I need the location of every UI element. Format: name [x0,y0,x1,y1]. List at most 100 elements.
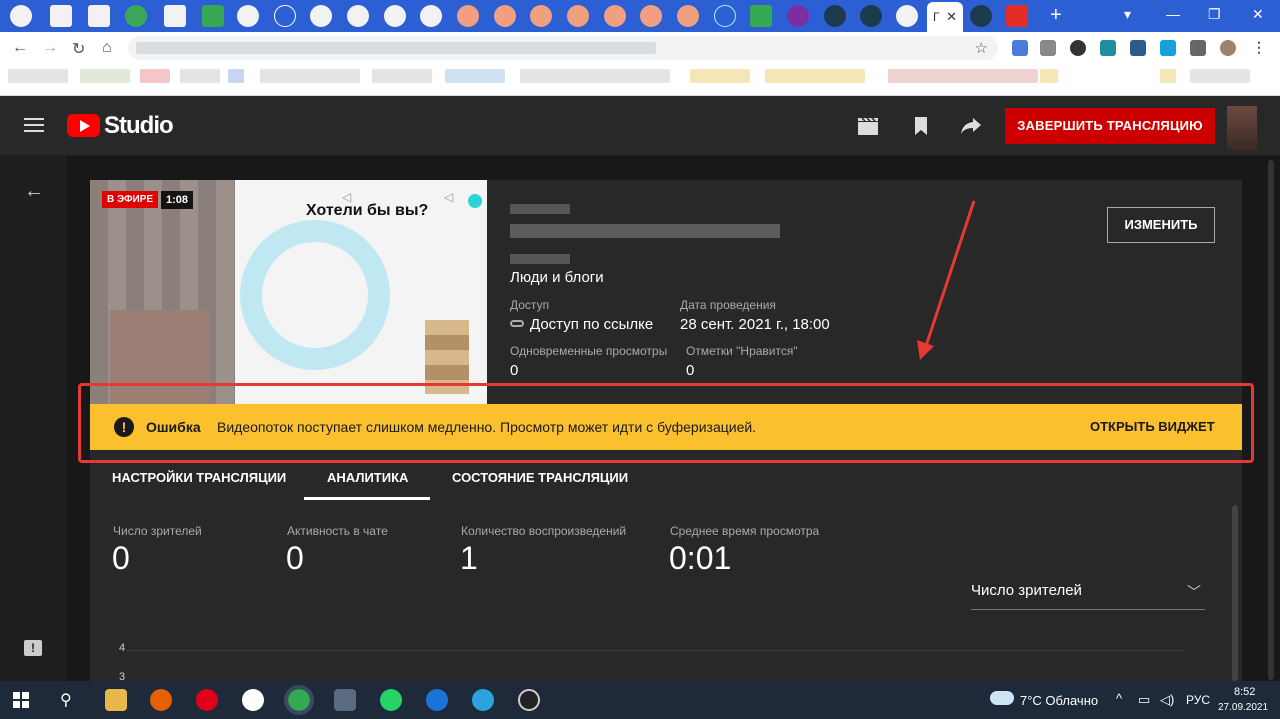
tab-analytics[interactable]: АНАЛИТИКА [327,470,408,485]
weather-text[interactable]: 7°C Облачно [1020,693,1098,708]
file-explorer-icon[interactable] [105,689,127,711]
url-field[interactable]: ☆ [128,36,998,60]
tab-favicon[interactable] [494,5,516,27]
home-icon[interactable]: ⌂ [102,39,112,57]
tab-search-icon[interactable]: ▾ [1124,6,1131,23]
hamburger-menu-icon[interactable] [24,118,44,132]
bookmark-item[interactable] [1040,69,1058,83]
app-icon[interactable] [426,689,448,711]
forward-icon[interactable]: → [42,39,58,57]
tab-favicon[interactable] [896,5,918,27]
clock-time[interactable]: 8:52 [1234,686,1255,698]
feedback-icon[interactable]: ! [24,640,42,656]
page-scrollbar[interactable] [1268,160,1274,680]
windows-start-icon[interactable] [13,692,29,708]
edit-button[interactable]: ИЗМЕНИТЬ [1107,207,1215,243]
calculator-icon[interactable] [334,689,356,711]
clapper-icon[interactable] [857,116,879,136]
tab-favicon[interactable] [457,5,479,27]
clock-date[interactable]: 27.09.2021 [1218,702,1268,713]
bookmark-icon[interactable] [910,116,932,136]
search-icon[interactable]: ⚲ [60,690,72,710]
network-icon[interactable]: ▭ [1138,692,1150,708]
firefox-icon[interactable] [150,689,172,711]
bookmark-item[interactable] [140,69,170,83]
avatar[interactable] [1227,106,1257,150]
tab-favicon[interactable] [50,5,72,27]
tab-stream-health[interactable]: СОСТОЯНИЕ ТРАНСЛЯЦИИ [452,470,628,485]
new-tab-button[interactable]: + [1050,5,1062,25]
tab-favicon[interactable] [237,5,259,27]
tab-favicon[interactable] [714,5,736,27]
menu-icon[interactable]: ⋮ [1252,40,1268,56]
obs-icon[interactable] [518,689,540,711]
tab-favicon[interactable] [384,5,406,27]
tab-favicon[interactable] [347,5,369,27]
close-window-button[interactable]: ✕ [1252,6,1264,23]
minimize-button[interactable]: — [1166,6,1180,22]
opera-icon[interactable] [196,689,218,711]
tab-favicon[interactable] [10,5,32,27]
tab-favicon[interactable] [310,5,332,27]
tab-stream-settings[interactable]: НАСТРОЙКИ ТРАНСЛЯЦИИ [112,470,286,485]
end-stream-button[interactable]: ЗАВЕРШИТЬ ТРАНСЛЯЦИЮ [1005,108,1215,144]
tab-favicon[interactable] [677,5,699,27]
puzzle-icon[interactable] [1190,40,1206,56]
back-arrow-icon[interactable]: ← [24,180,44,203]
bookmark-item[interactable] [690,69,750,83]
extension-icon[interactable] [1160,40,1176,56]
bookmark-item[interactable] [8,69,68,83]
tab-favicon[interactable] [1006,5,1028,27]
chrome-icon[interactable] [284,685,314,715]
bookmark-item[interactable] [765,69,865,83]
bookmark-item[interactable] [445,69,505,83]
bookmark-item[interactable] [180,69,220,83]
tab-favicon[interactable] [860,5,882,27]
back-icon[interactable]: ← [12,39,28,57]
youtube-logo-icon[interactable] [67,114,100,137]
tab-favicon[interactable] [750,5,772,27]
video-preview[interactable]: Хотели бы вы? ◁ ◁ В ЭФИРЕ 1:08 [90,180,487,404]
extension-icon[interactable] [1040,40,1056,56]
star-icon[interactable]: ☆ [975,39,988,57]
tab-favicon[interactable] [567,5,589,27]
tab-favicon[interactable] [970,5,992,27]
extension-icon[interactable] [1012,40,1028,56]
bookmark-item[interactable] [260,69,360,83]
tab-favicon[interactable] [604,5,626,27]
language-indicator[interactable]: РУС [1186,693,1210,707]
tab-favicon[interactable] [640,5,662,27]
close-icon[interactable]: ✕ [946,9,957,25]
bookmark-item[interactable] [1160,69,1176,83]
volume-icon[interactable]: ◁) [1160,692,1174,708]
metric-select[interactable]: Число зрителей ﹀ [971,582,1205,610]
tab-favicon[interactable] [164,5,186,27]
share-icon[interactable] [960,116,982,136]
tab-favicon[interactable] [274,5,296,27]
extension-icon[interactable] [1100,40,1116,56]
panel-scrollbar[interactable] [1232,505,1238,681]
tab-favicon[interactable] [202,5,224,27]
telegram-icon[interactable] [472,689,494,711]
extension-icon[interactable] [1070,40,1086,56]
whatsapp-icon[interactable] [380,689,402,711]
tab-favicon[interactable] [530,5,552,27]
profile-avatar[interactable] [1220,40,1236,56]
bookmark-item[interactable] [888,69,1038,83]
extension-icon[interactable] [1130,40,1146,56]
bookmark-item[interactable] [372,69,432,83]
tab-favicon[interactable] [420,5,442,27]
bookmark-item[interactable] [228,69,244,83]
tray-chevron-icon[interactable]: ^ [1116,691,1122,706]
bookmark-item[interactable] [80,69,130,83]
tab-favicon[interactable] [824,5,846,27]
active-tab[interactable]: Г ✕ [927,2,963,32]
studio-logo-text[interactable]: Studio [104,112,174,140]
tab-favicon[interactable] [88,5,110,27]
yandex-browser-icon[interactable] [242,689,264,711]
bookmark-item[interactable] [520,69,670,83]
maximize-button[interactable]: ❐ [1208,6,1221,23]
reload-icon[interactable]: ↻ [72,39,85,59]
tab-favicon[interactable] [787,5,809,27]
bookmark-item[interactable] [1190,69,1250,83]
